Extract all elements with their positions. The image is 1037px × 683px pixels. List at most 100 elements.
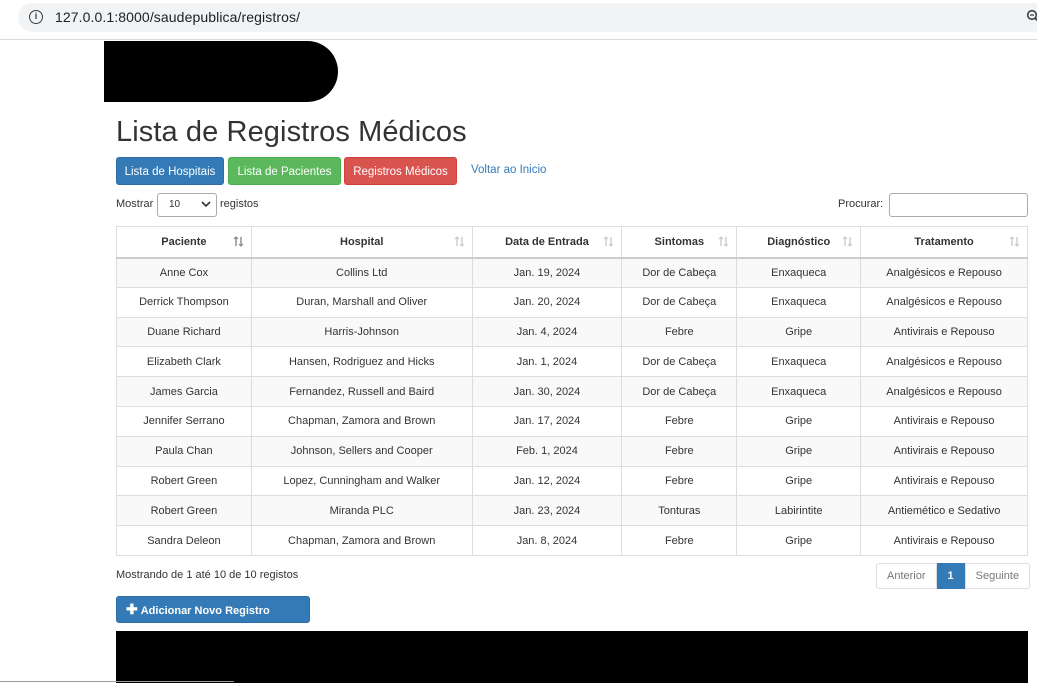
zoom-icon[interactable]: [1026, 9, 1037, 23]
page-length-select[interactable]: 10: [157, 193, 217, 217]
table-cell: Jan. 4, 2024: [471, 316, 623, 348]
omnibox[interactable]: i 127.0.0.1:8000/saudepublica/registros/: [18, 3, 1037, 32]
table-cell: Enxaqueca: [736, 346, 862, 378]
sort-icon: [454, 236, 464, 247]
table-cell: Jan. 17, 2024: [471, 405, 623, 437]
table-cell: Febre: [621, 316, 738, 348]
table-cell: Febre: [621, 525, 738, 556]
table-cell: Duane Richard: [116, 316, 252, 348]
table-cell: Duran, Marshall and Oliver: [250, 286, 473, 318]
table-cell: Gripe: [736, 435, 862, 467]
table-cell: Jan. 30, 2024: [471, 376, 623, 407]
sort-icon: [233, 236, 244, 247]
table-cell: James Garcia: [116, 376, 252, 407]
table-cell: Harris-Johnson: [250, 316, 473, 348]
table-cell: Dor de Cabeça: [621, 257, 738, 288]
table-cell: Sandra Deleon: [116, 525, 252, 556]
table-cell: Jan. 23, 2024: [471, 495, 623, 527]
table-cell: Miranda PLC: [250, 495, 473, 527]
table-cell: Jan. 8, 2024: [471, 525, 623, 556]
header-col-tratamento[interactable]: Tratamento: [860, 226, 1028, 259]
search-input[interactable]: [889, 193, 1028, 217]
medical-records-button[interactable]: Registros Médicos: [344, 157, 457, 185]
header-label: Paciente: [161, 235, 207, 248]
table-cell: Johnson, Sellers and Cooper: [250, 435, 473, 467]
hospitals-list-button[interactable]: Lista de Hospitais: [116, 157, 224, 185]
table-cell: Jan. 19, 2024: [471, 257, 623, 288]
previous-page-button[interactable]: Anterior: [876, 563, 937, 589]
table-row: James Garcia Fernandez, Russell and Baird…: [116, 376, 1028, 407]
table-cell: Dor de Cabeça: [621, 286, 738, 318]
table-cell: Anne Cox: [116, 257, 252, 288]
next-page-button[interactable]: Seguinte: [964, 563, 1031, 589]
url-text[interactable]: 127.0.0.1:8000/saudepublica/registros/: [55, 9, 300, 25]
table-cell: Antiemético e Sedativo: [860, 495, 1028, 527]
page-title: Lista de Registros Médicos: [116, 116, 467, 148]
table-cell: Chapman, Zamora and Brown: [250, 525, 473, 556]
table-cell: Jan. 1, 2024: [471, 346, 623, 378]
header-col-diagnostico[interactable]: Diagnóstico: [736, 226, 862, 259]
table-cell: Febre: [621, 405, 738, 437]
table-info: Mostrando de 1 até 10 de 10 registos: [116, 569, 299, 581]
table-cell: Antivirais e Repouso: [860, 435, 1028, 467]
table-cell: Robert Green: [116, 495, 252, 527]
table-cell: Chapman, Zamora and Brown: [250, 405, 473, 437]
table-cell: Tonturas: [621, 495, 738, 527]
table-cell: Gripe: [736, 525, 862, 556]
table-cell: Febre: [621, 465, 738, 497]
header-label: Sintomas: [654, 235, 705, 248]
table-cell: Enxaqueca: [736, 286, 862, 318]
back-home-link[interactable]: Voltar ao Inicio: [471, 164, 546, 176]
header-col-paciente[interactable]: Paciente: [116, 226, 252, 259]
records-label: registos: [220, 198, 259, 210]
table-cell: Jan. 20, 2024: [471, 286, 623, 318]
table-row: Sandra Deleon Chapman, Zamora and Brown Ja…: [116, 525, 1028, 556]
table-cell: Jennifer Serrano: [116, 405, 252, 437]
table-cell: Fernandez, Russell and Baird: [250, 376, 473, 407]
table-cell: Dor de Cabeça: [621, 376, 738, 407]
patients-list-button[interactable]: Lista de Pacientes: [228, 157, 341, 185]
header-col-data-entrada[interactable]: Data de Entrada: [471, 226, 623, 259]
sort-icon: [842, 236, 853, 247]
table-cell: Gripe: [736, 316, 862, 348]
table-cell: Derrick Thompson: [116, 286, 252, 318]
header-col-hospital[interactable]: Hospital: [250, 226, 473, 259]
table-row: Derrick Thompson Duran, Marshall and Oliv…: [116, 286, 1028, 318]
table-cell: Enxaqueca: [736, 257, 862, 288]
table-cell: Robert Green: [116, 465, 252, 497]
current-page-button[interactable]: 1: [936, 563, 965, 589]
table-row: Elizabeth Clark Hansen, Rodriguez and Hic…: [116, 346, 1028, 378]
table-cell: Gripe: [736, 465, 862, 497]
table-row: Paula Chan Johnson, Sellers and Cooper Feb…: [116, 435, 1028, 467]
plus-icon: ✚: [126, 601, 138, 617]
redacted-footer: [116, 631, 1028, 683]
header-label: Hospital: [340, 235, 384, 248]
sort-icon: [1009, 236, 1020, 247]
table-row: Robert Green Miranda PLC Jan. 23, 2024 Tont…: [116, 495, 1028, 527]
header-label: Diagnóstico: [767, 235, 831, 248]
add-record-button[interactable]: ✚Adicionar Novo Registro Médico: [116, 596, 310, 642]
table-row: Jennifer Serrano Chapman, Zamora and Brow…: [116, 405, 1028, 437]
redacted-logo: [104, 41, 338, 102]
table-row: Duane Richard Harris-Johnson Jan. 4, 2024 F…: [116, 316, 1028, 348]
header-col-sintomas[interactable]: Sintomas: [621, 226, 738, 259]
table-cell: Analgésicos e Repouso: [860, 346, 1028, 378]
table-body: Anne Cox Collins Ltd Jan. 19, 2024 Dor de C…: [116, 257, 1028, 556]
table-cell: Dor de Cabeça: [621, 346, 738, 378]
table-cell: Feb. 1, 2024: [471, 435, 623, 467]
table-cell: Antivirais e Repouso: [860, 405, 1028, 437]
browser-address-bar: i 127.0.0.1:8000/saudepublica/registros/: [0, 0, 1037, 40]
table-cell: Labirintite: [736, 495, 862, 527]
table-cell: Febre: [621, 435, 738, 467]
sort-icon: [603, 236, 614, 247]
table-cell: Antivirais e Repouso: [860, 316, 1028, 348]
table-cell: Antivirais e Repouso: [860, 525, 1028, 556]
header-label: Data de Entrada: [505, 235, 589, 248]
table-cell: Analgésicos e Repouso: [860, 286, 1028, 318]
info-icon[interactable]: i: [29, 10, 43, 24]
divider: [0, 681, 234, 682]
table-row: Robert Green Lopez, Cunningham and Walker…: [116, 465, 1028, 497]
search-label: Procurar:: [838, 198, 884, 210]
show-label: Mostrar: [116, 198, 154, 210]
table-cell: Analgésicos e Repouso: [860, 257, 1028, 288]
